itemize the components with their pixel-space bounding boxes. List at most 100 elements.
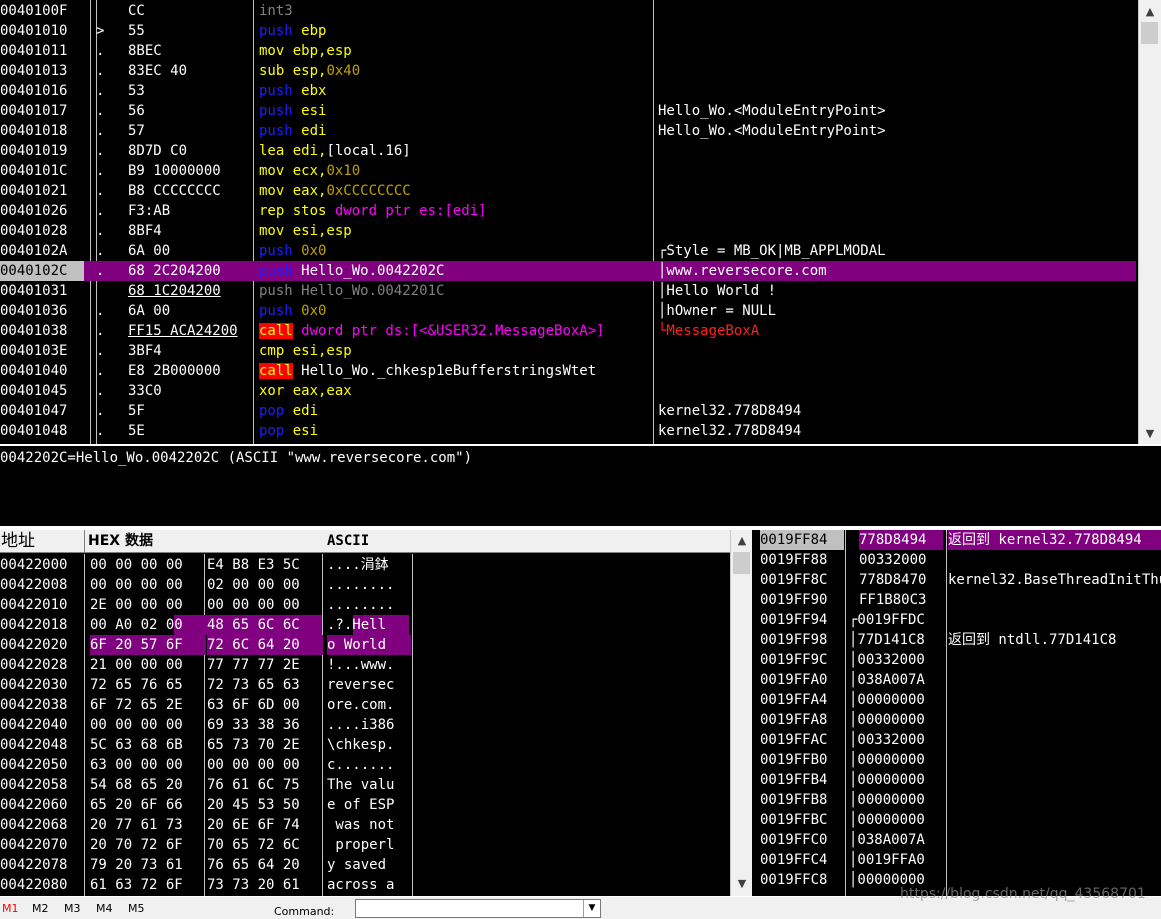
- disasm-row[interactable]: 00401028. 8BF4 mov esi,esp: [0, 221, 1136, 241]
- tab-m1[interactable]: M1: [2, 902, 19, 915]
- stack-value: │038A007A: [849, 832, 925, 848]
- tab-m5[interactable]: M5: [128, 902, 145, 915]
- dump-row[interactable]: 00422028 21 00 00 00 77 77 77 2E !...www.: [0, 655, 730, 675]
- dump-row[interactable]: 00422070 20 70 72 6F 70 65 72 6C properl: [0, 835, 730, 855]
- stack-row[interactable]: 0019FFC4 │0019FFA0: [752, 850, 1161, 870]
- chevron-up-icon[interactable]: ▲: [1139, 2, 1161, 22]
- scrollbar-thumb[interactable]: [1141, 22, 1158, 44]
- disasm-row[interactable]: 00401040. E8 2B000000 call Hello_Wo._chkes…: [0, 361, 1136, 381]
- disasm-row[interactable]: 00401026. F3:AB rep stos dword ptr es:[edi…: [0, 201, 1136, 221]
- chevron-down-icon[interactable]: ▼: [731, 874, 753, 894]
- disasm-row[interactable]: 0040103E. 3BF4 cmp esi,esp: [0, 341, 1136, 361]
- stack-row[interactable]: 0019FF9C │00332000: [752, 650, 1161, 670]
- disasm-hex: 33C0: [128, 383, 162, 399]
- stack-row[interactable]: 0019FFC0 │038A007A: [752, 830, 1161, 850]
- tab-m4[interactable]: M4: [96, 902, 113, 915]
- disasm-row[interactable]: 00401016. 53 push ebx: [0, 81, 1136, 101]
- disasm-hex: 8D7D C0: [128, 143, 188, 159]
- stack-row[interactable]: 0019FF98 │77D141C8 返回到 ntdll.77D141C8: [752, 630, 1161, 650]
- disasm-marker: .: [96, 83, 105, 99]
- stack-row[interactable]: 0019FF88 00332000: [752, 550, 1161, 570]
- dump-row[interactable]: 00422030 72 65 76 65 72 73 65 63 reversec: [0, 675, 730, 695]
- disasm-row[interactable]: 00401018. 57 push edi Hello_Wo.<ModuleEntry…: [0, 121, 1136, 141]
- chevron-down-icon[interactable]: ▼: [1139, 424, 1161, 444]
- asm-token: mov: [259, 43, 293, 59]
- asm-token: push: [259, 303, 302, 319]
- command-input[interactable]: ▼: [355, 899, 601, 918]
- dropdown-arrow-icon[interactable]: ▼: [583, 900, 600, 917]
- dump-row[interactable]: 00422008 00 00 00 00 02 00 00 00........: [0, 575, 730, 595]
- disasm-address: 00401040: [0, 363, 68, 379]
- dump-scrollbar[interactable]: ▲ ▼: [730, 530, 753, 896]
- stack-row[interactable]: 0019FF84 778D8494 返回到 kernel32.778D8494: [752, 530, 1161, 550]
- stack-row[interactable]: 0019FFB4 │00000000: [752, 770, 1161, 790]
- dump-header-hex[interactable]: HEX 数据: [85, 530, 325, 553]
- dump-header-ascii[interactable]: ASCII: [323, 530, 416, 553]
- dump-ascii: ........: [327, 577, 395, 593]
- dump-ascii: ore.com.: [327, 697, 395, 713]
- stack-row[interactable]: 0019FFAC │00332000: [752, 730, 1161, 750]
- asm-token: esi,esp: [292, 223, 352, 239]
- stack-row[interactable]: 0019FFBC │00000000: [752, 810, 1161, 830]
- dump-row[interactable]: 00422048 5C 63 68 6B 65 73 70 2E \chkesp.: [0, 735, 730, 755]
- disasm-row[interactable]: 00401038. FF15 ACA24200 call dword ptr ds:…: [0, 321, 1136, 341]
- dump-row[interactable]: 00422018 00 A0 02 00 48 65 6C 6C .?.Hell: [0, 615, 730, 635]
- dump-row[interactable]: 00422058 54 68 65 20 76 61 6C 75 The valu: [0, 775, 730, 795]
- disasm-comment: [658, 21, 1136, 41]
- disasm-row[interactable]: 00401019. 8D7D C0 lea edi,[local.16]: [0, 141, 1136, 161]
- dump-row[interactable]: 00422000 00 00 00 00 E4 B8 E3 5C ....涓鉢: [0, 555, 730, 575]
- stack-row[interactable]: 0019FFB0 │00000000: [752, 750, 1161, 770]
- stack-row[interactable]: 0019FF8C 778D8470 kernel32.BaseThreadInitT…: [752, 570, 1161, 590]
- dump-address: 00422020: [0, 637, 68, 653]
- dump-row[interactable]: 00422060 65 20 6F 66 20 45 53 50 e of ESP: [0, 795, 730, 815]
- dump-address: 00422048: [0, 737, 68, 753]
- stack-row[interactable]: 0019FF94 ┌0019FFDC: [752, 610, 1161, 630]
- disasm-marker: [96, 1, 124, 21]
- disasm-row[interactable]: 0040100F CC int3: [0, 1, 1136, 21]
- dump-row[interactable]: 00422080 61 63 72 6F 73 73 20 61 across a: [0, 875, 730, 895]
- dump-row[interactable]: 00422078 79 20 73 61 76 65 64 20 y saved: [0, 855, 730, 875]
- disasm-row[interactable]: 00401045. 33C0 xor eax,eax: [0, 381, 1136, 401]
- stack-row[interactable]: 0019FFA8 │00000000: [752, 710, 1161, 730]
- stack-row[interactable]: 0019FF90 FF1B80C3: [752, 590, 1161, 610]
- disasm-row[interactable]: 00401011. 8BEC mov ebp,esp: [0, 41, 1136, 61]
- stack-row[interactable]: 0019FFB8 │00000000: [752, 790, 1161, 810]
- disasm-row[interactable]: 00401031 68 1C204200 push Hello_Wo.0042201…: [0, 281, 1136, 301]
- disasm-row[interactable]: 0040102C. 68 2C204200 push Hello_Wo.004220…: [0, 261, 1136, 281]
- disasm-comment: [658, 361, 1136, 381]
- disasm-marker: .: [96, 123, 105, 139]
- disasm-row[interactable]: 00401017. 56 push esi Hello_Wo.<ModuleEntry…: [0, 101, 1136, 121]
- stack-pane[interactable]: 0019FF84 778D8494 返回到 kernel32.778D8494 001…: [752, 530, 1161, 896]
- disasm-marker: .: [96, 243, 105, 259]
- dump-row[interactable]: 00422068 20 77 61 73 20 6E 6F 74 was not: [0, 815, 730, 835]
- dump-row[interactable]: 00422020 6F 20 57 6F 72 6C 64 20 o World: [0, 635, 730, 655]
- hex-dump-pane[interactable]: 地址 HEX 数据 ASCII 00422000 00 00 00 00 E4 B8…: [0, 530, 730, 896]
- disasm-row[interactable]: 0040101C. B9 10000000 mov ecx,0x10: [0, 161, 1136, 181]
- stack-row[interactable]: 0019FFA4 │00000000: [752, 690, 1161, 710]
- dump-row[interactable]: 00422038 6F 72 65 2E 63 6F 6D 00 ore.com.: [0, 695, 730, 715]
- stack-value: 00332000: [859, 552, 927, 568]
- tab-m2[interactable]: M2: [32, 902, 49, 915]
- disassembly-pane[interactable]: 0040100F CC int3 00401010 >55 push ebp 0040101…: [0, 0, 1138, 444]
- dump-row[interactable]: 00422040 00 00 00 00 69 33 38 36 ....i386: [0, 715, 730, 735]
- disasm-row[interactable]: 00401010 >55 push ebp: [0, 21, 1136, 41]
- stack-row[interactable]: 0019FFA0 │038A007A: [752, 670, 1161, 690]
- disasm-scrollbar[interactable]: ▲ ▼: [1138, 0, 1161, 444]
- disasm-row[interactable]: 0040102A. 6A 00 push 0x0 ┌Style = MB_OK|MB_…: [0, 241, 1136, 261]
- chevron-up-icon[interactable]: ▲: [731, 531, 753, 551]
- scrollbar-thumb[interactable]: [733, 552, 750, 574]
- dump-row[interactable]: 00422010 2E 00 00 00 00 00 00 00........: [0, 595, 730, 615]
- dump-row[interactable]: 00422050 63 00 00 00 00 00 00 00 c.......: [0, 755, 730, 775]
- stack-comment: [948, 730, 1161, 750]
- asm-token: edi,: [292, 143, 327, 159]
- dump-hex-group: 70 65 72 6C: [207, 837, 300, 853]
- disasm-row[interactable]: 00401036. 6A 00 push 0x0 │hOwner = NULL: [0, 301, 1136, 321]
- dump-header-address[interactable]: 地址: [0, 530, 85, 553]
- stack-comment: [948, 790, 1161, 810]
- tab-m3[interactable]: M3: [64, 902, 81, 915]
- disasm-row[interactable]: 00401047. 5F pop edi kernel32.778D8494: [0, 401, 1136, 421]
- disasm-row[interactable]: 00401013. 83EC 40 sub esp,0x40: [0, 61, 1136, 81]
- disasm-row[interactable]: 00401048. 5E pop esi kernel32.778D8494: [0, 421, 1136, 441]
- disasm-address: 0040102A: [0, 243, 68, 259]
- disasm-row[interactable]: 00401021. B8 CCCCCCCC mov eax,0xCCCCCCCC: [0, 181, 1136, 201]
